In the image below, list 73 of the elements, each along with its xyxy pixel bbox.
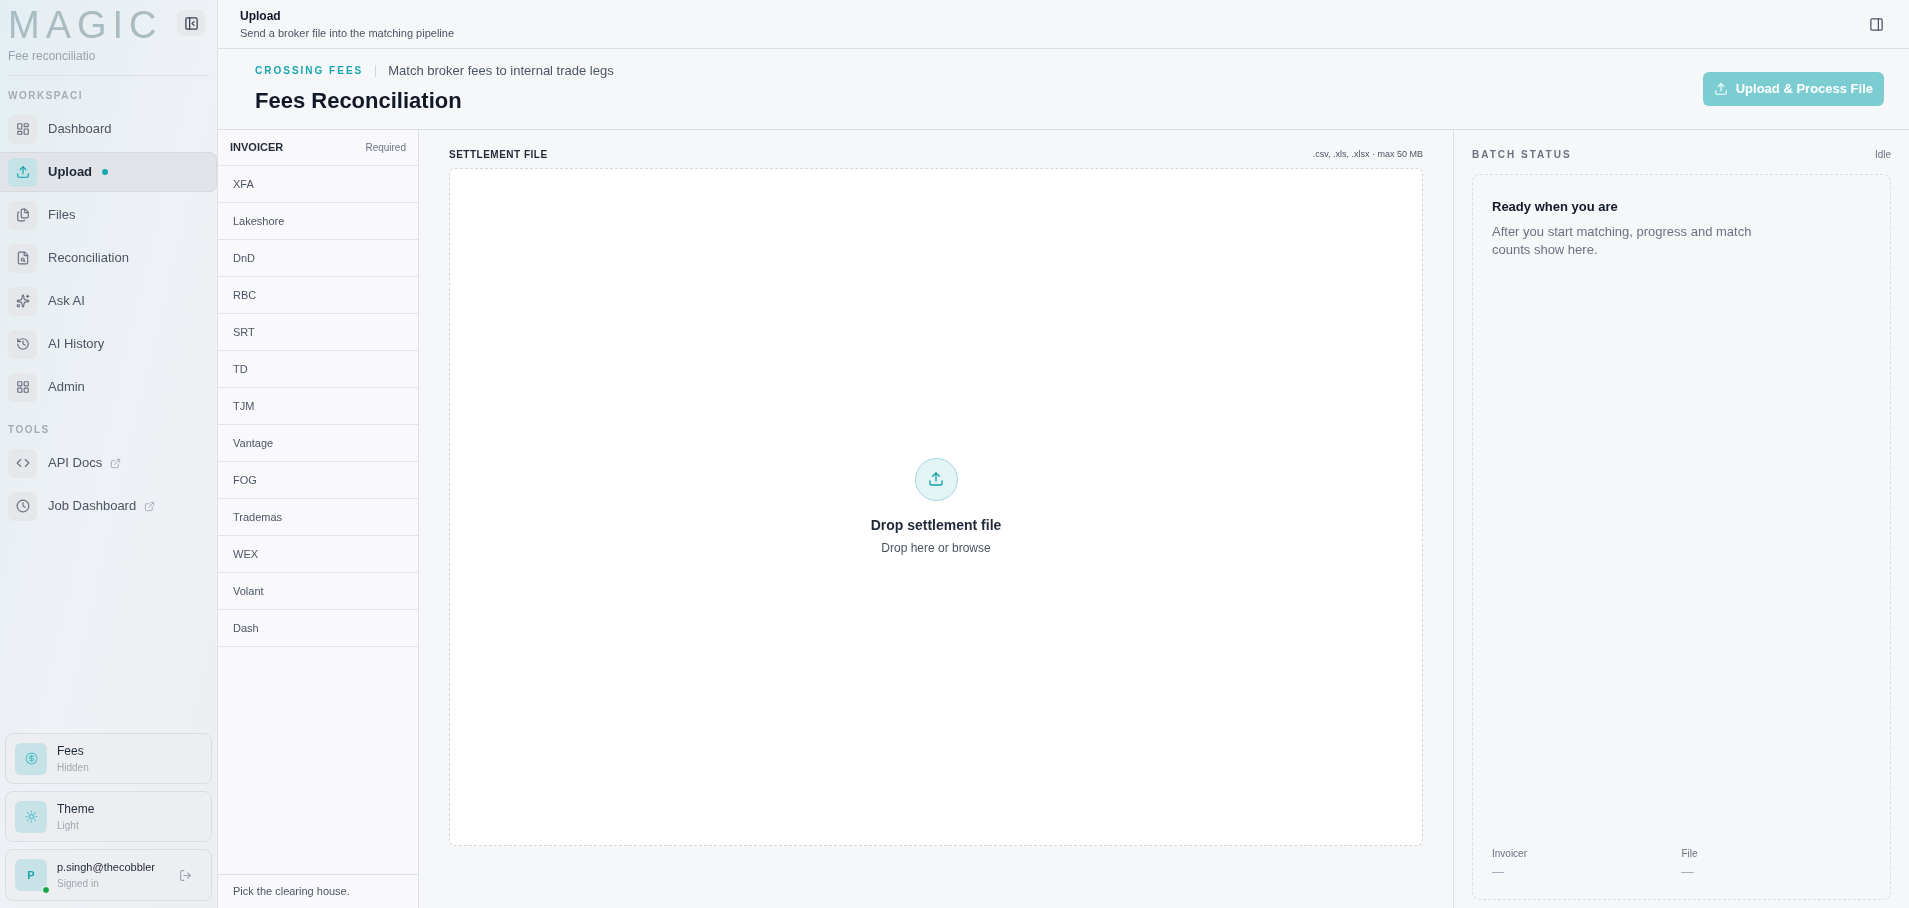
field-value: — bbox=[1681, 864, 1695, 881]
sparkles-icon bbox=[15, 294, 30, 308]
invoicer-option[interactable]: RBC bbox=[218, 277, 418, 314]
user-email: p.singh@thecobbler bbox=[57, 860, 156, 876]
setting-card[interactable]: Fees Hidden bbox=[5, 733, 212, 784]
invoicer-option[interactable]: TJM bbox=[218, 388, 418, 425]
avatar-initial: P bbox=[27, 867, 35, 883]
setting-title: Fees bbox=[57, 743, 85, 760]
invoicer-option[interactable]: SRT bbox=[218, 314, 418, 351]
nav-item[interactable]: Admin bbox=[0, 367, 217, 407]
drop-zone[interactable]: Drop settlement file Drop here or browse bbox=[449, 168, 1423, 846]
page-tagline: Match broker fees to internal trade legs bbox=[388, 61, 614, 80]
invoicer-option[interactable]: Dash bbox=[218, 610, 418, 647]
file-formats: .csv, .xls, .xlsx · max 50 MB bbox=[1312, 147, 1423, 161]
nav-item[interactable]: API Docs bbox=[0, 443, 217, 483]
user-status: Signed in bbox=[57, 876, 100, 891]
clock-icon bbox=[15, 499, 30, 513]
invoicer-option[interactable]: DnD bbox=[218, 240, 418, 277]
nav-item[interactable]: Reconciliation bbox=[0, 238, 217, 278]
field-label: Invoicer bbox=[1492, 847, 1528, 861]
logo: MAGIC bbox=[8, 6, 163, 44]
batch-status-heading: BATCH STATUS bbox=[1472, 148, 1572, 162]
upload-icon bbox=[1713, 82, 1728, 96]
top-bar-subtitle: Send a broker file into the matching pipeline bbox=[240, 25, 455, 41]
history-icon bbox=[15, 337, 30, 351]
dollar-icon bbox=[24, 752, 38, 765]
nav-item[interactable]: Files bbox=[0, 195, 217, 235]
upload-icon bbox=[928, 471, 944, 487]
status-heading: Ready when you are bbox=[1492, 198, 1619, 216]
nav-item[interactable]: AI History bbox=[0, 324, 217, 364]
sun-icon bbox=[24, 810, 38, 823]
file-search-icon bbox=[15, 251, 30, 265]
section-heading: TOOLS bbox=[7, 423, 51, 437]
nav-item[interactable]: Dashboard bbox=[0, 109, 217, 149]
grid-icon bbox=[15, 380, 30, 394]
nav-item[interactable]: Upload bbox=[0, 152, 217, 192]
nav-item[interactable]: Ask AI bbox=[0, 281, 217, 321]
section-heading: WORKSPACI bbox=[7, 89, 84, 103]
drop-hint: Drop here or browse bbox=[881, 539, 991, 557]
collapse-sidebar-button[interactable] bbox=[177, 10, 205, 36]
invoicer-option[interactable]: Trademas bbox=[218, 499, 418, 536]
invoicer-heading: INVOICER bbox=[230, 140, 284, 156]
setting-value: Hidden bbox=[57, 761, 89, 775]
page-title: Fees Reconciliation bbox=[255, 87, 463, 116]
code-icon bbox=[15, 456, 30, 470]
required-label: Required bbox=[365, 141, 406, 155]
drop-title: Drop settlement file bbox=[870, 515, 1002, 535]
panel-toggle-icon[interactable] bbox=[1869, 16, 1884, 32]
files-icon bbox=[15, 208, 30, 222]
invoicer-option[interactable]: TD bbox=[218, 351, 418, 388]
nav-item[interactable]: Job Dashboard bbox=[0, 486, 217, 526]
field-label: File bbox=[1681, 847, 1699, 861]
invoicer-option[interactable]: FOG bbox=[218, 462, 418, 499]
setting-title: Theme bbox=[57, 801, 95, 818]
status-description: After you start matching, progress and match counts show here. bbox=[1492, 222, 1753, 259]
dashboard-icon bbox=[15, 122, 30, 136]
invoicer-option[interactable]: XFA bbox=[218, 166, 418, 203]
invoicer-option[interactable]: Vantage bbox=[218, 425, 418, 462]
user-card[interactable]: P p.singh@thecobbler Signed in bbox=[5, 849, 212, 901]
setting-card[interactable]: Theme Light bbox=[5, 791, 212, 842]
top-bar-title: Upload bbox=[240, 7, 282, 25]
upload-icon bbox=[15, 165, 30, 179]
logo-subtitle: Fee reconciliatio bbox=[8, 48, 97, 65]
field-value: — bbox=[1492, 864, 1505, 881]
batch-state: Idle bbox=[1874, 148, 1891, 162]
settlement-heading: SETTLEMENT FILE bbox=[449, 148, 548, 162]
invoicer-option[interactable]: Lakeshore bbox=[218, 203, 418, 240]
invoicer-option[interactable]: WEX bbox=[218, 536, 418, 573]
collapse-icon bbox=[183, 15, 199, 31]
setting-value: Light bbox=[57, 819, 80, 833]
eyebrow-label: CROSSING FEES bbox=[255, 64, 364, 78]
invoicer-hint: Pick the clearing house. bbox=[233, 884, 350, 900]
invoicer-option[interactable]: Volant bbox=[218, 573, 418, 610]
